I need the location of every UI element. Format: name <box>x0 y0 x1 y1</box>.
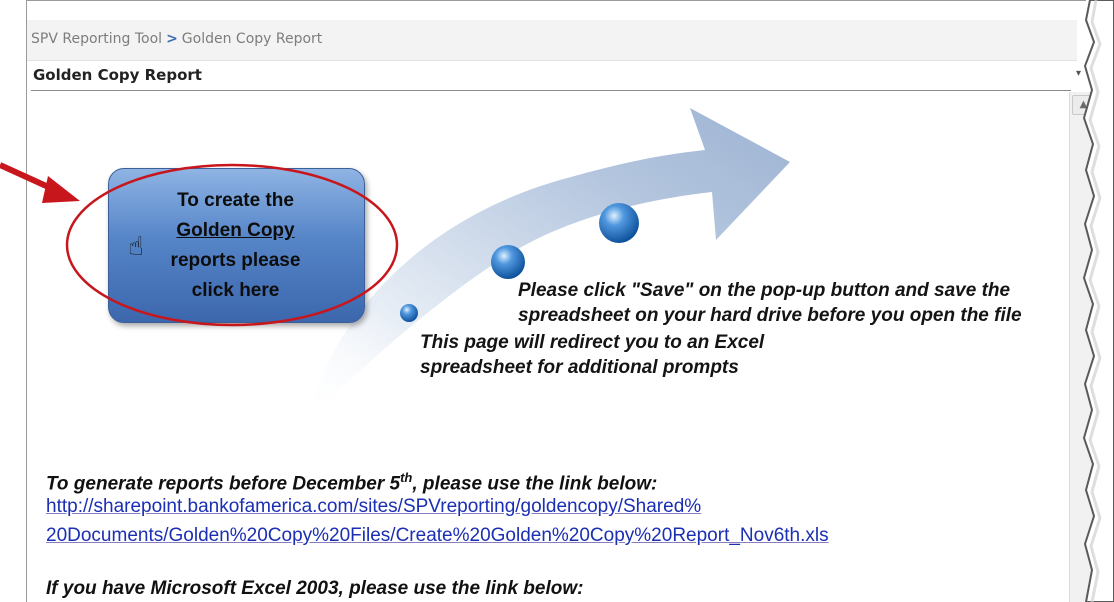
step-redirect-instruction: This page will redirect you to an Excel … <box>420 332 765 378</box>
golden-copy-file-link[interactable]: http://sharepoint.bankofamerica.com/site… <box>46 492 1006 550</box>
sharepoint-page: SPV Reporting Tool > Golden Copy Report Go… <box>0 0 1114 602</box>
file-link-line-2[interactable]: 20Documents/Golden%20Copy%20Files/Create… <box>46 525 829 546</box>
step-save-instruction: Please click "Save" on the pop-up button… <box>518 280 1022 326</box>
highlight-ellipse <box>65 163 399 327</box>
file-link-line-1[interactable]: http://sharepoint.bankofamerica.com/site… <box>46 496 701 517</box>
december-note-sup: th <box>400 470 413 485</box>
excel-2003-note: If you have Microsoft Excel 2003, please… <box>46 578 584 599</box>
annotation-arrow-head <box>42 176 80 203</box>
torn-paper-edge <box>1082 0 1114 602</box>
